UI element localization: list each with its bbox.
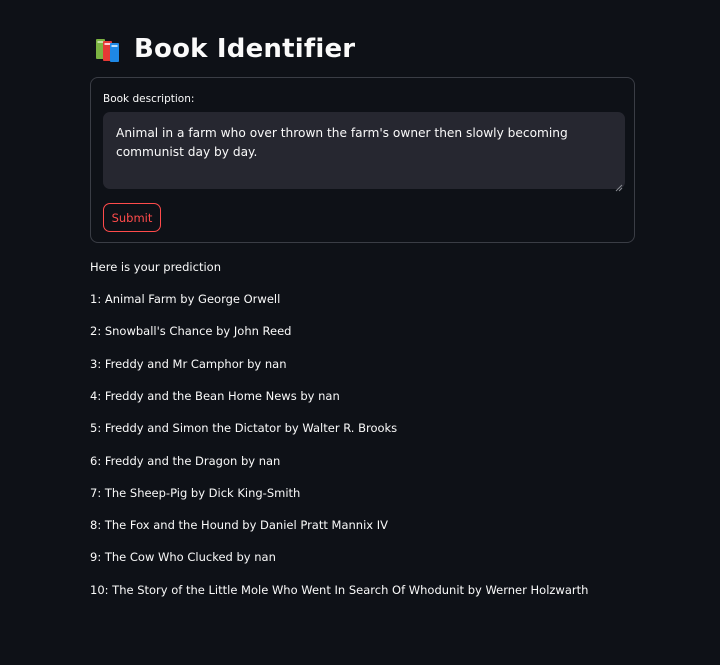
submit-button[interactable]: Submit <box>103 203 161 232</box>
prediction-item: 3: Freddy and Mr Camphor by nan <box>90 357 287 371</box>
prediction-intro: Here is your prediction <box>90 260 221 274</box>
description-label: Book description: <box>103 93 195 105</box>
resize-grip-icon[interactable] <box>615 179 623 192</box>
page-title: Book Identifier <box>134 34 356 64</box>
book-form: Book description: Animal in a farm who o… <box>90 77 635 243</box>
prediction-item: 6: Freddy and the Dragon by nan <box>90 454 281 468</box>
prediction-item: 1: Animal Farm by George Orwell <box>90 292 281 306</box>
prediction-item: 7: The Sheep-Pig by Dick King-Smith <box>90 486 301 500</box>
prediction-item: 9: The Cow Who Clucked by nan <box>90 550 276 564</box>
prediction-item: 4: Freddy and the Bean Home News by nan <box>90 389 340 403</box>
prediction-item: 8: The Fox and the Hound by Daniel Pratt… <box>90 518 388 532</box>
prediction-item: 10: The Story of the Little Mole Who Wen… <box>90 583 589 597</box>
description-textarea[interactable]: Animal in a farm who over thrown the far… <box>103 112 625 192</box>
prediction-item: 2: Snowball's Chance by John Reed <box>90 324 292 338</box>
description-text: Animal in a farm who over thrown the far… <box>116 126 568 159</box>
books-icon <box>94 35 124 63</box>
title-row: Book Identifier <box>94 30 355 68</box>
prediction-item: 5: Freddy and Simon the Dictator by Walt… <box>90 421 398 435</box>
